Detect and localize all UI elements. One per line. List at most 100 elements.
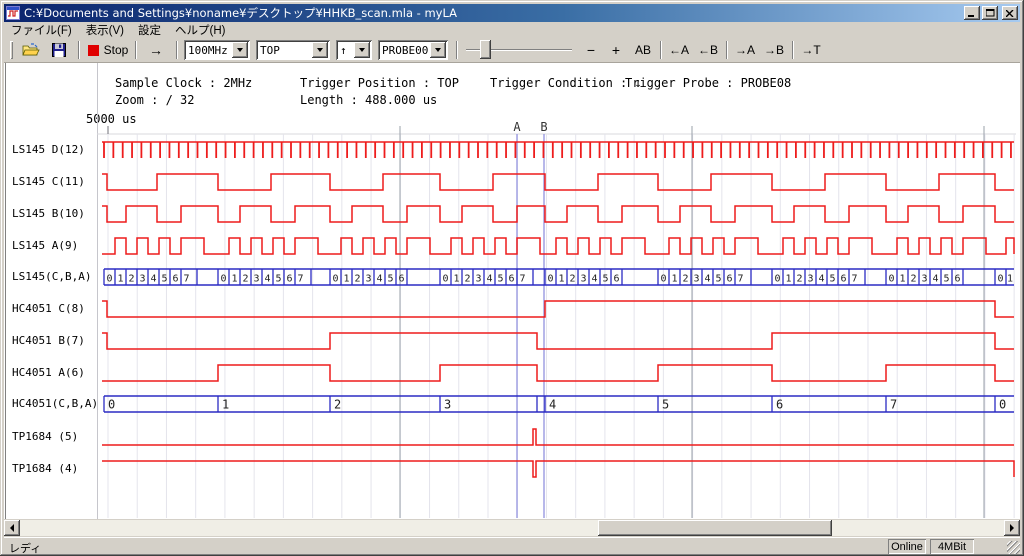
svg-text:0: 0 — [106, 274, 112, 285]
window-title: C:¥Documents and Settings¥noname¥デスクトップ¥… — [24, 5, 962, 21]
floppy-disk-icon — [52, 43, 66, 57]
svg-text:6: 6 — [508, 274, 514, 285]
svg-text:0: 0 — [888, 274, 894, 285]
run-button[interactable]: → — [141, 39, 171, 61]
svg-text:0: 0 — [997, 274, 1003, 285]
toolbar-grip — [10, 41, 13, 59]
dropdown-arrow-icon[interactable] — [354, 42, 370, 58]
svg-text:4: 4 — [549, 398, 556, 412]
svg-text:3: 3 — [580, 274, 586, 285]
close-button[interactable] — [1002, 6, 1018, 20]
svg-text:3: 3 — [365, 274, 371, 285]
goto-cursor-b-fwd-button[interactable]: →B — [761, 39, 787, 61]
svg-text:2: 2 — [910, 274, 916, 285]
svg-text:1: 1 — [222, 398, 229, 412]
svg-text:0: 0 — [660, 274, 666, 285]
scroll-right-button[interactable] — [1004, 520, 1020, 536]
svg-text:3: 3 — [253, 274, 259, 285]
svg-text:1: 1 — [1007, 274, 1013, 285]
goto-cursor-b-back-button[interactable]: ←B — [695, 39, 721, 61]
svg-text:6: 6 — [286, 274, 292, 285]
svg-text:1: 1 — [117, 274, 123, 285]
svg-text:7: 7 — [851, 274, 857, 285]
svg-text:0: 0 — [774, 274, 780, 285]
stop-icon — [88, 45, 99, 56]
left-arrow-icon — [10, 524, 14, 532]
app-icon — [6, 6, 20, 20]
dropdown-arrow-icon[interactable] — [232, 42, 248, 58]
stop-button[interactable]: Stop — [84, 39, 132, 61]
goto-cursor-a-back-button[interactable]: ←A — [666, 39, 692, 61]
dropdown-arrow-icon[interactable] — [312, 42, 328, 58]
svg-text:4: 4 — [376, 274, 382, 285]
app-window: C:¥Documents and Settings¥noname¥デスクトップ¥… — [0, 0, 1024, 556]
svg-text:5: 5 — [602, 274, 608, 285]
svg-text:7: 7 — [890, 398, 897, 412]
svg-text:4: 4 — [264, 274, 270, 285]
toolbar-separator — [135, 41, 137, 59]
scrollbar-thumb[interactable] — [598, 520, 832, 536]
svg-text:3: 3 — [693, 274, 699, 285]
toolbar: Stop → 100MHz TOP ↑ PROBE00 − + AB ←A ←B… — [4, 37, 1020, 63]
save-button[interactable] — [46, 39, 72, 61]
svg-text:6: 6 — [613, 274, 619, 285]
svg-text:2: 2 — [796, 274, 802, 285]
svg-text:4: 4 — [486, 274, 492, 285]
svg-text:4: 4 — [704, 274, 710, 285]
goto-trigger-button[interactable]: →T — [798, 39, 824, 61]
svg-text:A: A — [513, 120, 521, 134]
trigger-edge-combo[interactable]: ↑ — [336, 40, 372, 60]
menu-settings[interactable]: 設定 — [131, 21, 168, 39]
svg-text:0: 0 — [999, 398, 1006, 412]
svg-text:6: 6 — [954, 274, 960, 285]
dropdown-arrow-icon[interactable] — [430, 42, 446, 58]
toolbar-separator — [78, 41, 80, 59]
svg-text:1: 1 — [231, 274, 237, 285]
svg-text:4: 4 — [818, 274, 824, 285]
resize-grip[interactable] — [1007, 541, 1020, 554]
svg-text:7: 7 — [737, 274, 743, 285]
status-memory-badge: 4MBit — [930, 539, 974, 554]
trigger-position-combo[interactable]: TOP — [256, 40, 330, 60]
zoom-in-button[interactable]: + — [605, 39, 627, 61]
svg-text:0: 0 — [442, 274, 448, 285]
svg-text:2: 2 — [334, 398, 341, 412]
status-ready-text: レディ — [9, 540, 41, 556]
menu-help[interactable]: ヘルプ(H) — [168, 21, 232, 39]
svg-text:0: 0 — [220, 274, 226, 285]
svg-text:1: 1 — [785, 274, 791, 285]
svg-text:1: 1 — [558, 274, 564, 285]
toolbar-separator — [660, 41, 662, 59]
maximize-button[interactable] — [982, 6, 998, 20]
goto-cursor-a-fwd-button[interactable]: →A — [732, 39, 758, 61]
open-file-button[interactable] — [18, 39, 44, 61]
menu-view[interactable]: 表示(V) — [79, 21, 131, 39]
svg-text:2: 2 — [242, 274, 248, 285]
svg-text:B: B — [540, 120, 547, 134]
open-folder-icon — [22, 43, 40, 57]
scroll-left-button[interactable] — [4, 520, 20, 536]
zoom-out-button[interactable]: − — [580, 39, 602, 61]
zoom-ab-button[interactable]: AB — [630, 39, 656, 61]
timing-diagram[interactable]: AB01234567012345670123456012345670123456… — [4, 63, 1020, 519]
svg-text:3: 3 — [807, 274, 813, 285]
toolbar-separator — [792, 41, 794, 59]
svg-text:6: 6 — [726, 274, 732, 285]
svg-text:5: 5 — [829, 274, 835, 285]
toolbar-separator — [456, 41, 458, 59]
svg-text:6: 6 — [776, 398, 783, 412]
svg-text:7: 7 — [519, 274, 525, 285]
svg-text:0: 0 — [332, 274, 338, 285]
sample-clock-combo[interactable]: 100MHz — [184, 40, 250, 60]
svg-text:2: 2 — [682, 274, 688, 285]
svg-text:2: 2 — [464, 274, 470, 285]
svg-text:5: 5 — [161, 274, 167, 285]
status-bar: レディ Online 4MBit — [4, 537, 1020, 554]
horizontal-scrollbar[interactable] — [4, 520, 1020, 536]
menu-bar: ファイル(F) 表示(V) 設定 ヘルプ(H) — [4, 22, 1020, 37]
svg-text:1: 1 — [671, 274, 677, 285]
menu-file[interactable]: ファイル(F) — [4, 21, 79, 39]
trigger-probe-combo[interactable]: PROBE00 — [378, 40, 448, 60]
zoom-slider-handle[interactable] — [480, 40, 491, 59]
minimize-button[interactable] — [964, 6, 980, 20]
